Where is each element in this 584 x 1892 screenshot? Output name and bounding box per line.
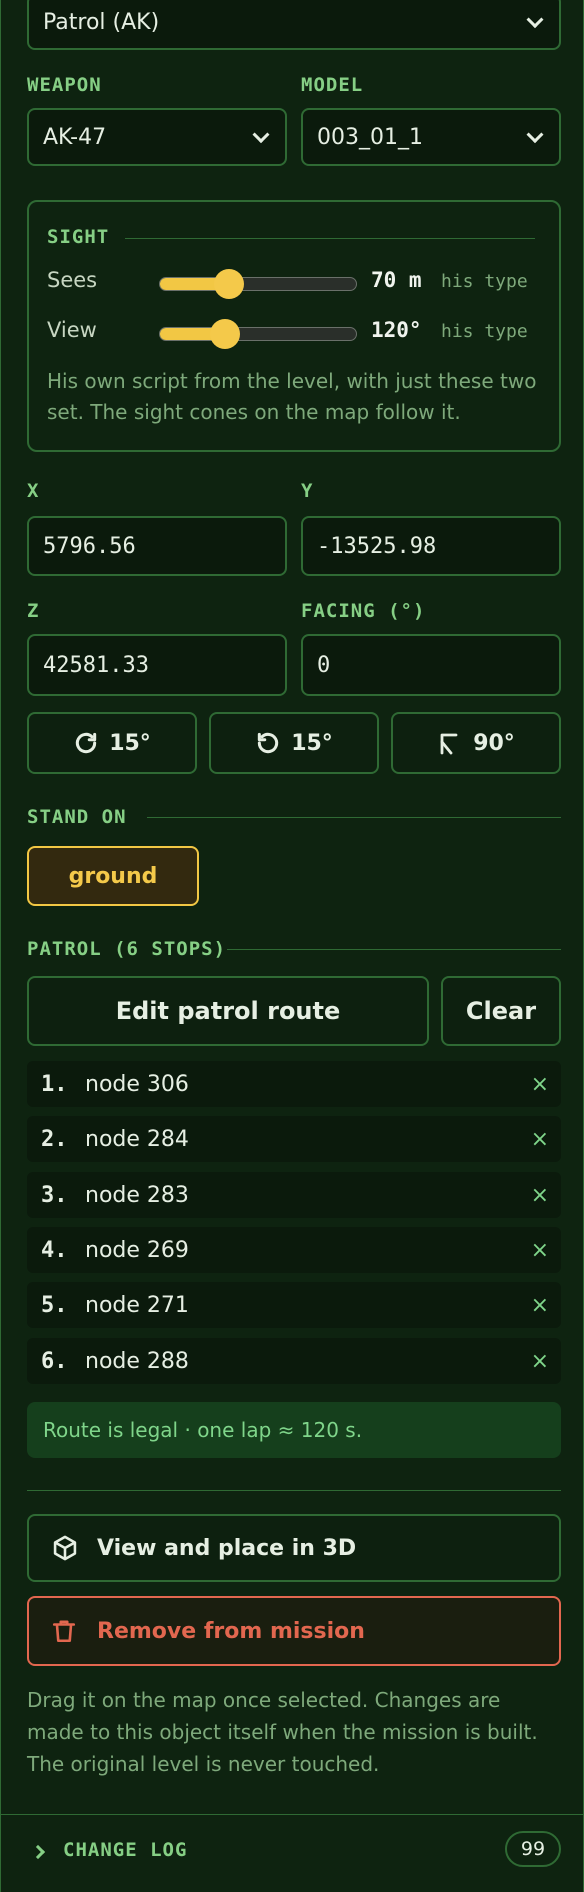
model-select[interactable]: 003_01_1 <box>301 108 561 166</box>
rotate-ccw-button[interactable]: 15° <box>209 712 379 774</box>
route-status: Route is legal · one lap ≈ 120 s. <box>27 1402 561 1458</box>
sees-slider-handle[interactable] <box>213 269 244 299</box>
sees-label: Sees <box>47 268 98 292</box>
model-select-value: 003_01_1 <box>317 124 423 150</box>
view-slider-handle[interactable] <box>209 319 240 349</box>
rotate-ccw-icon <box>258 732 279 754</box>
sight-section: SIGHT Sees 70 m his type View 120° his t… <box>27 200 561 452</box>
remove-stop-icon[interactable]: × <box>531 1127 549 1152</box>
patrol-stop-row[interactable]: 1. node 306 × <box>27 1061 561 1107</box>
stop-number: 4. <box>41 1237 68 1263</box>
actions-divider <box>27 1490 561 1491</box>
object-inspector-panel: Patrol (AK) WEAPON MODEL AK-47 003_01_1 … <box>0 0 584 1892</box>
z-label: Z <box>27 600 40 622</box>
sight-title: SIGHT <box>47 226 110 248</box>
chevron-down-icon <box>526 11 544 29</box>
patrol-stop-row[interactable]: 5. node 271 × <box>27 1282 561 1328</box>
remove-stop-icon[interactable]: × <box>531 1072 549 1097</box>
view-suffix: his type <box>441 321 528 342</box>
rotate-cw-icon <box>76 732 97 754</box>
weapon-select[interactable]: AK-47 <box>27 108 287 166</box>
patrol-divider <box>227 949 561 950</box>
stop-name: node 283 <box>85 1182 189 1208</box>
model-label: MODEL <box>301 74 364 96</box>
weapon-select-value: AK-47 <box>43 124 107 150</box>
view-value: 120° <box>371 318 422 342</box>
z-input[interactable]: 42581.33 <box>27 634 287 696</box>
patrol-stop-row[interactable]: 3. node 283 × <box>27 1172 561 1218</box>
facing-label: FACING (°) <box>301 600 426 622</box>
changelog-count-badge: 99 <box>505 1831 561 1867</box>
remove-stop-icon[interactable]: × <box>531 1183 549 1208</box>
rotate-cw-label: 15° <box>109 730 151 756</box>
cube-icon <box>53 1535 77 1561</box>
stand-on-label: STAND ON <box>27 806 127 828</box>
remove-from-mission-button[interactable]: Remove from mission <box>27 1596 561 1666</box>
sight-divider <box>125 238 535 239</box>
sight-note: His own script from the level, with just… <box>47 369 537 424</box>
footer-note: Drag it on the map once selected. Change… <box>27 1688 538 1776</box>
trash-icon <box>52 1620 76 1643</box>
x-input[interactable]: 5796.56 <box>27 516 287 576</box>
view-slider[interactable] <box>159 319 357 349</box>
stop-name: node 271 <box>85 1292 189 1318</box>
rotate-90-label: 90° <box>473 730 515 756</box>
remove-stop-icon[interactable]: × <box>531 1349 549 1374</box>
stand-on-ground-option[interactable]: ground <box>27 846 199 906</box>
y-input[interactable]: -13525.98 <box>301 516 561 576</box>
changelog-label: CHANGE LOG <box>63 1839 188 1861</box>
stand-on-divider <box>147 817 561 818</box>
view-3d-button[interactable]: View and place in 3D <box>27 1514 561 1582</box>
stop-name: node 288 <box>85 1348 189 1374</box>
role-select-value: Patrol (AK) <box>43 9 160 35</box>
right-angle-icon <box>440 733 458 755</box>
view-3d-label: View and place in 3D <box>97 1535 357 1561</box>
x-label: X <box>27 480 40 502</box>
stop-name: node 306 <box>85 1071 189 1097</box>
remove-stop-icon[interactable]: × <box>531 1293 549 1318</box>
remove-stop-icon[interactable]: × <box>531 1238 549 1263</box>
patrol-stop-row[interactable]: 6. node 288 × <box>27 1338 561 1384</box>
remove-from-mission-label: Remove from mission <box>97 1618 365 1644</box>
weapon-label: WEAPON <box>27 74 102 96</box>
stop-name: node 269 <box>85 1237 189 1263</box>
patrol-stop-row[interactable]: 4. node 269 × <box>27 1227 561 1273</box>
stop-number: 2. <box>41 1126 68 1152</box>
rotate-ccw-label: 15° <box>291 730 333 756</box>
y-label: Y <box>301 480 314 502</box>
rotate-cw-button[interactable]: 15° <box>27 712 197 774</box>
role-select[interactable]: Patrol (AK) <box>27 0 561 50</box>
sees-slider[interactable] <box>159 269 357 299</box>
chevron-right-icon <box>30 1844 46 1860</box>
patrol-stop-row[interactable]: 2. node 284 × <box>27 1116 561 1162</box>
stop-number: 5. <box>41 1292 68 1318</box>
patrol-title: PATROL (6 STOPS) <box>27 938 227 960</box>
sees-suffix: his type <box>441 271 528 292</box>
stop-number: 1. <box>41 1071 68 1097</box>
view-label: View <box>47 318 97 342</box>
stop-number: 6. <box>41 1348 68 1374</box>
chevron-down-icon <box>526 126 544 144</box>
clear-patrol-button[interactable]: Clear <box>441 976 561 1046</box>
sees-value: 70 m <box>371 268 422 292</box>
rotate-90-button[interactable]: 90° <box>391 712 561 774</box>
changelog-bar[interactable]: CHANGE LOG 99 <box>1 1815 583 1892</box>
stop-number: 3. <box>41 1182 68 1208</box>
facing-input[interactable]: 0 <box>301 634 561 696</box>
stop-name: node 284 <box>85 1126 189 1152</box>
chevron-down-icon <box>252 126 270 144</box>
edit-patrol-route-button[interactable]: Edit patrol route <box>27 976 429 1046</box>
